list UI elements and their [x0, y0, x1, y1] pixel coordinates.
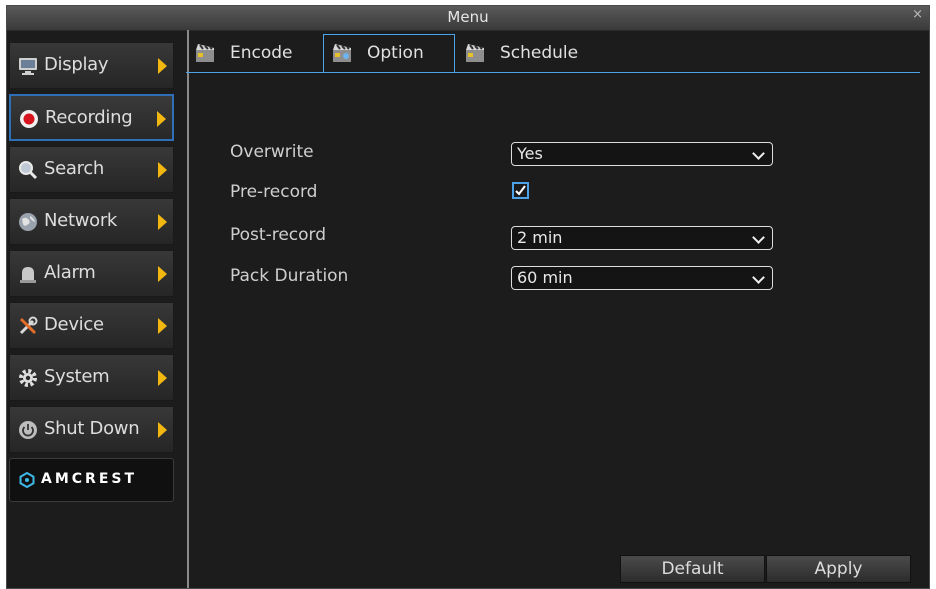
pack-duration-label: Pack Duration — [230, 266, 349, 286]
tab-schedule[interactable]: Schedule — [456, 34, 606, 72]
chevron-right-icon — [158, 162, 167, 178]
sidebar: Display Recording Search Network Alarm D… — [7, 30, 182, 588]
amcrest-logo-icon — [19, 472, 35, 488]
sidebar-item-recording[interactable]: Recording — [9, 94, 174, 141]
alarm-icon — [20, 267, 36, 283]
sidebar-item-network[interactable]: Network — [9, 198, 174, 245]
power-icon — [19, 421, 37, 439]
default-button[interactable]: Default — [620, 555, 765, 583]
sidebar-item-alarm[interactable]: Alarm — [9, 250, 174, 297]
pack-duration-select[interactable]: 60 min — [511, 266, 773, 290]
chevron-right-icon — [158, 58, 167, 74]
postrecord-label: Post-record — [230, 225, 327, 245]
chevron-right-icon — [158, 214, 167, 230]
chevron-right-icon — [157, 111, 166, 127]
chevron-right-icon — [158, 266, 167, 282]
tab-label: Option — [367, 43, 424, 63]
sidebar-item-shutdown[interactable]: Shut Down — [9, 406, 174, 453]
tab-underline — [186, 72, 920, 73]
tab-bar: Encode Option Schedule — [186, 34, 920, 73]
chevron-right-icon — [158, 422, 167, 438]
chevron-right-icon — [158, 318, 167, 334]
sidebar-item-label: Recording — [45, 107, 133, 128]
menu-window: Menu × Display Recording Search Network … — [6, 5, 930, 589]
search-icon — [19, 161, 38, 180]
sidebar-item-label: Network — [44, 210, 118, 231]
tab-option[interactable]: Option — [323, 34, 455, 73]
sidebar-item-display[interactable]: Display — [9, 42, 174, 89]
sidebar-item-label: Display — [44, 54, 109, 75]
gear-icon — [19, 369, 37, 387]
clapperboard-icon — [196, 44, 214, 62]
sidebar-item-device[interactable]: Device — [9, 302, 174, 349]
sidebar-item-label: Alarm — [44, 262, 96, 283]
prerecord-checkbox[interactable] — [512, 182, 529, 199]
globe-icon — [19, 213, 37, 231]
close-icon[interactable]: × — [912, 7, 923, 22]
monitor-icon — [19, 58, 37, 75]
chevron-down-icon — [752, 271, 765, 284]
sidebar-item-system[interactable]: System — [9, 354, 174, 401]
pack-duration-value: 60 min — [517, 268, 573, 287]
tab-label: Schedule — [500, 43, 579, 63]
overwrite-value: Yes — [517, 144, 543, 163]
tools-icon — [19, 316, 38, 335]
sidebar-item-search[interactable]: Search — [9, 146, 174, 193]
sidebar-item-label: Search — [44, 158, 105, 179]
chevron-down-icon — [752, 147, 765, 160]
overwrite-select[interactable]: Yes — [511, 142, 773, 166]
sidebar-item-label: System — [44, 366, 110, 387]
tab-encode[interactable]: Encode — [186, 34, 322, 72]
sidebar-item-label: Shut Down — [44, 418, 140, 439]
prerecord-label: Pre-record — [230, 182, 318, 202]
tab-label: Encode — [230, 43, 293, 63]
postrecord-select[interactable]: 2 min — [511, 226, 773, 250]
clapperboard-icon — [466, 44, 484, 62]
window-title: Menu — [447, 8, 489, 26]
apply-button[interactable]: Apply — [766, 555, 911, 583]
title-bar: Menu × — [7, 6, 929, 31]
chevron-down-icon — [752, 231, 765, 244]
sidebar-divider — [187, 30, 189, 588]
overwrite-label: Overwrite — [230, 142, 314, 162]
brand-logo: AMCREST — [9, 458, 174, 502]
sidebar-item-label: Device — [44, 314, 104, 335]
postrecord-value: 2 min — [517, 228, 563, 247]
record-icon — [20, 110, 38, 128]
logo-text: AMCREST — [41, 471, 138, 487]
clapperboard-icon — [333, 44, 351, 62]
checkmark-icon — [515, 185, 526, 196]
chevron-right-icon — [158, 370, 167, 386]
